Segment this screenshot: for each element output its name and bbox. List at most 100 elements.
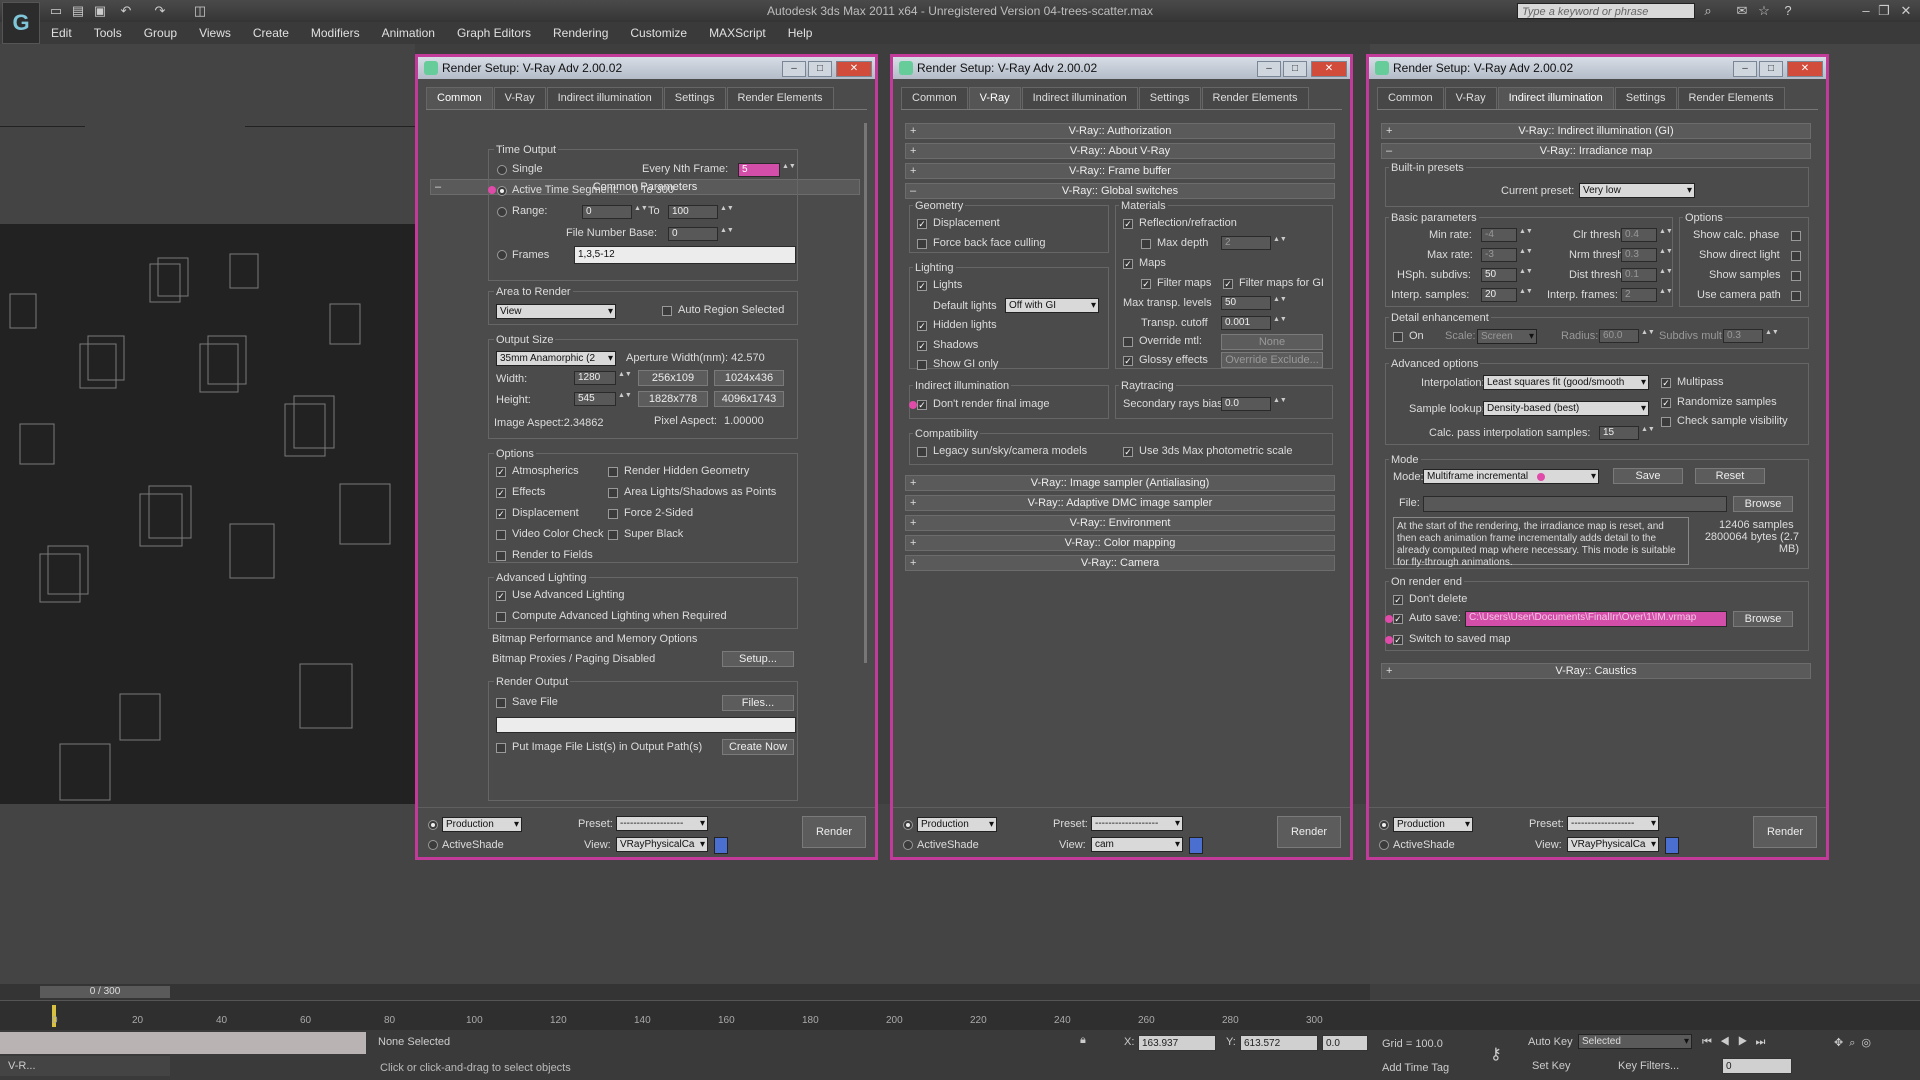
rollout-environment[interactable]: + V-Ray:: Environment (905, 515, 1335, 531)
interpolation-dropdown[interactable]: Least squares fit (good/smooth (1483, 375, 1649, 390)
rollout-about-vray[interactable]: + V-Ray:: About V-Ray (905, 143, 1335, 159)
open-file-icon[interactable]: ▤ (70, 3, 86, 19)
photometric-scale-checkbox[interactable]: ✓ (1123, 447, 1133, 457)
spinner[interactable]: ▲▼ (618, 392, 632, 406)
hsph-subdivs-field[interactable]: 50 (1481, 268, 1517, 282)
minimize-button[interactable]: – (1733, 61, 1757, 77)
files-button[interactable]: Files... (722, 695, 794, 711)
production-radio[interactable] (903, 820, 913, 830)
z-coordinate[interactable]: 0.0 (1322, 1035, 1368, 1051)
resolution-preset-3[interactable]: 1828x778 (638, 391, 708, 407)
maxscript-listener[interactable] (0, 1032, 366, 1054)
spinner[interactable]: ▲▼ (634, 205, 648, 219)
save-button[interactable]: Save (1613, 468, 1683, 484)
viewport-top[interactable] (0, 44, 415, 225)
tab-indirect-illumination[interactable]: Indirect illumination (1497, 87, 1614, 109)
check-sample-visibility-checkbox[interactable] (1661, 417, 1671, 427)
app-logo-icon[interactable]: G (2, 2, 40, 44)
tab-indirect-illumination[interactable]: Indirect illumination (1021, 87, 1138, 109)
viewport-nav-icons[interactable]: ✥⌕◎ (1834, 1036, 1877, 1050)
put-image-file-list-checkbox[interactable] (496, 743, 506, 753)
spinner[interactable]: ▲▼ (720, 227, 734, 241)
scale-dropdown[interactable]: Screen (1477, 329, 1537, 344)
track-bar[interactable]: 0 20 40 60 80 100 120 140 160 180 200 22… (0, 1000, 1920, 1031)
dialog-title-bar[interactable]: Render Setup: V-Ray Adv 2.00.02 (893, 57, 1350, 79)
radius-field[interactable]: 60.0 (1599, 329, 1639, 343)
help-icon[interactable]: ? (1780, 3, 1796, 19)
spinner[interactable]: ▲▼ (1519, 248, 1533, 262)
mode-dropdown[interactable]: Multiframe incremental (1423, 469, 1599, 484)
max-depth-checkbox[interactable] (1141, 239, 1151, 249)
favorites-star-icon[interactable]: ☆ (1756, 3, 1772, 19)
use-advanced-lighting-checkbox[interactable]: ✓ (496, 591, 506, 601)
rollout-image-sampler[interactable]: + V-Ray:: Image sampler (Antialiasing) (905, 475, 1335, 491)
tab-common[interactable]: Common (901, 87, 968, 109)
menu-rendering[interactable]: Rendering (542, 22, 619, 44)
dist-thresh-field[interactable]: 0.1 (1621, 268, 1657, 282)
clr-thresh-field[interactable]: 0.4 (1621, 228, 1657, 242)
menu-modifiers[interactable]: Modifiers (300, 22, 371, 44)
rollout-color-mapping[interactable]: + V-Ray:: Color mapping (905, 535, 1335, 551)
preset-dropdown[interactable]: ------------------- (1091, 816, 1183, 831)
auto-save-browse-button[interactable]: Browse (1733, 611, 1793, 627)
atmospherics-checkbox[interactable]: ✓ (496, 467, 506, 477)
dialog-title-bar[interactable]: Render Setup: V-Ray Adv 2.00.02 (418, 57, 875, 79)
spinner[interactable]: ▲▼ (1659, 268, 1673, 282)
render-button[interactable]: Render (802, 816, 866, 848)
area-lights-checkbox[interactable] (608, 488, 618, 498)
rollout-global-switches[interactable]: – V-Ray:: Global switches (905, 183, 1335, 199)
menu-help[interactable]: Help (777, 22, 824, 44)
multipass-checkbox[interactable]: ✓ (1661, 378, 1671, 388)
spinner[interactable]: ▲▼ (1273, 296, 1287, 310)
close-button[interactable]: ✕ (1787, 61, 1823, 77)
calc-pass-samples-field[interactable]: 15 (1599, 426, 1639, 440)
range-start-field[interactable]: 0 (582, 205, 632, 219)
preset-dropdown[interactable]: ------------------- (616, 816, 708, 831)
view-dropdown[interactable]: cam (1091, 837, 1183, 852)
production-dropdown[interactable]: Production (442, 817, 522, 832)
auto-save-path-field[interactable]: C:\Users\User\Documents\FinalIrr\Over\1\… (1465, 611, 1727, 627)
current-preset-dropdown[interactable]: Very low (1579, 183, 1695, 198)
force-back-face-culling-checkbox[interactable] (917, 239, 927, 249)
interp-frames-field[interactable]: 2 (1621, 288, 1657, 302)
tab-settings[interactable]: Settings (663, 87, 726, 109)
reflection-refraction-checkbox[interactable]: ✓ (1123, 219, 1133, 229)
render-button[interactable]: Render (1277, 816, 1341, 848)
resolution-preset-4[interactable]: 4096x1743 (714, 391, 784, 407)
lights-checkbox[interactable]: ✓ (917, 281, 927, 291)
rollout-frame-buffer[interactable]: + V-Ray:: Frame buffer (905, 163, 1335, 179)
show-direct-light-checkbox[interactable] (1791, 251, 1801, 261)
auto-save-checkbox[interactable]: ✓ (1393, 614, 1403, 624)
menu-views[interactable]: Views (188, 22, 242, 44)
tab-settings[interactable]: Settings (1138, 87, 1201, 109)
effects-checkbox[interactable]: ✓ (496, 488, 506, 498)
minimize-button[interactable]: – (1257, 61, 1281, 77)
height-field[interactable]: 545 (574, 392, 616, 406)
super-black-checkbox[interactable] (608, 530, 618, 540)
activeshade-radio[interactable] (903, 840, 913, 850)
tab-vray[interactable]: V-Ray (968, 87, 1021, 109)
menu-tools[interactable]: Tools (83, 22, 133, 44)
view-dropdown[interactable]: VRayPhysicalCa (616, 837, 708, 852)
tab-common[interactable]: Common (426, 87, 493, 109)
render-hidden-checkbox[interactable] (608, 467, 618, 477)
communication-icon[interactable]: ✉ (1734, 3, 1750, 19)
new-file-icon[interactable]: ▭ (48, 3, 64, 19)
filter-maps-checkbox[interactable]: ✓ (1141, 279, 1151, 289)
output-path-field[interactable] (496, 717, 796, 733)
show-samples-checkbox[interactable] (1791, 271, 1801, 281)
spinner[interactable]: ▲▼ (1641, 329, 1655, 343)
close-button[interactable]: ✕ (1311, 61, 1347, 77)
rollout-authorization[interactable]: + V-Ray:: Authorization (905, 123, 1335, 139)
production-dropdown[interactable]: Production (917, 817, 997, 832)
rollout-indirect-illumination-gi[interactable]: + V-Ray:: Indirect illumination (GI) (1381, 123, 1811, 139)
rollout-adaptive-dmc[interactable]: + V-Ray:: Adaptive DMC image sampler (905, 495, 1335, 511)
menu-edit[interactable]: Edit (40, 22, 83, 44)
maxscript-mini[interactable]: V-R... (0, 1056, 170, 1076)
spinner[interactable]: ▲▼ (782, 163, 796, 177)
displacement-checkbox[interactable]: ✓ (917, 219, 927, 229)
spinner[interactable]: ▲▼ (1519, 228, 1533, 242)
video-color-check-checkbox[interactable] (496, 530, 506, 540)
binoculars-icon[interactable]: ⌕ (1700, 3, 1716, 19)
override-exclude-button[interactable]: Override Exclude... (1221, 352, 1323, 368)
